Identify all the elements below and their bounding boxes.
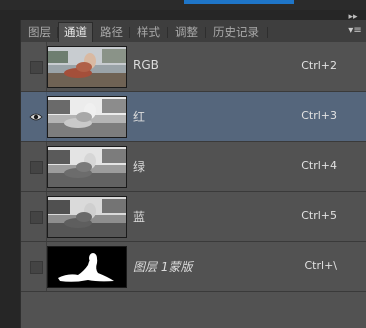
visibility-toggle[interactable] (26, 207, 46, 227)
visibility-toggle[interactable] (26, 157, 46, 177)
visibility-off-box (29, 260, 43, 274)
visibility-toggle[interactable] (26, 57, 46, 77)
visibility-off-box (29, 160, 43, 174)
channel-row-layer-mask[interactable]: 图层 1蒙版 Ctrl+\ (21, 242, 366, 292)
visibility-off-box (29, 210, 43, 224)
channel-name: 红 (133, 110, 146, 124)
visibility-toggle[interactable] (26, 257, 46, 277)
empty-list-area (21, 292, 366, 328)
tab-channels[interactable]: 通道 (58, 22, 93, 42)
tab-layers[interactable]: 图层 (23, 23, 56, 41)
panel-tab-bar: 图层 通道 路径 样式 调整 历史记录 ▾≡ (21, 20, 366, 43)
channel-shortcut: Ctrl+3 (301, 109, 337, 122)
channel-name: 蓝 (133, 210, 146, 224)
channel-name: 图层 1蒙版 (133, 260, 193, 274)
channel-thumbnail-rgb (47, 46, 127, 88)
channel-row-red[interactable]: 红 Ctrl+3 (21, 92, 366, 142)
channel-shortcut: Ctrl+4 (301, 159, 337, 172)
active-window-accent (184, 0, 294, 4)
channel-shortcut: Ctrl+\ (304, 259, 338, 272)
channel-row-green[interactable]: 绿 Ctrl+4 (21, 142, 366, 192)
visibility-toggle[interactable] (26, 107, 46, 127)
channel-name: 绿 (133, 160, 146, 174)
tab-paths[interactable]: 路径 (95, 23, 128, 41)
channel-thumbnail-green (47, 146, 127, 188)
channel-shortcut: Ctrl+5 (301, 209, 337, 222)
channel-thumbnail-blue (47, 196, 127, 238)
channel-row-blue[interactable]: 蓝 Ctrl+5 (21, 192, 366, 242)
visibility-off-box (29, 60, 43, 74)
channel-list: RGB Ctrl+2 红 Ctrl+3 绿 Ctrl+4 蓝 Ctrl+5 图层… (21, 42, 366, 292)
channel-shortcut: Ctrl+2 (301, 59, 337, 72)
channel-name: RGB (133, 58, 159, 72)
channel-thumbnail-red (47, 96, 127, 138)
eye-icon (29, 113, 43, 121)
tab-styles[interactable]: 样式 (132, 23, 165, 41)
top-strip (0, 0, 366, 10)
channels-panel: 图层 通道 路径 样式 调整 历史记录 ▾≡ RGB Ctrl+2 红 Ctrl… (20, 20, 366, 328)
tab-adjustments[interactable]: 调整 (170, 23, 203, 41)
channel-thumbnail-mask (47, 246, 127, 288)
channel-row-rgb[interactable]: RGB Ctrl+2 (21, 42, 366, 92)
panel-menu-icon[interactable]: ▾≡ (347, 24, 363, 38)
tab-history[interactable]: 历史记录 (208, 23, 264, 41)
